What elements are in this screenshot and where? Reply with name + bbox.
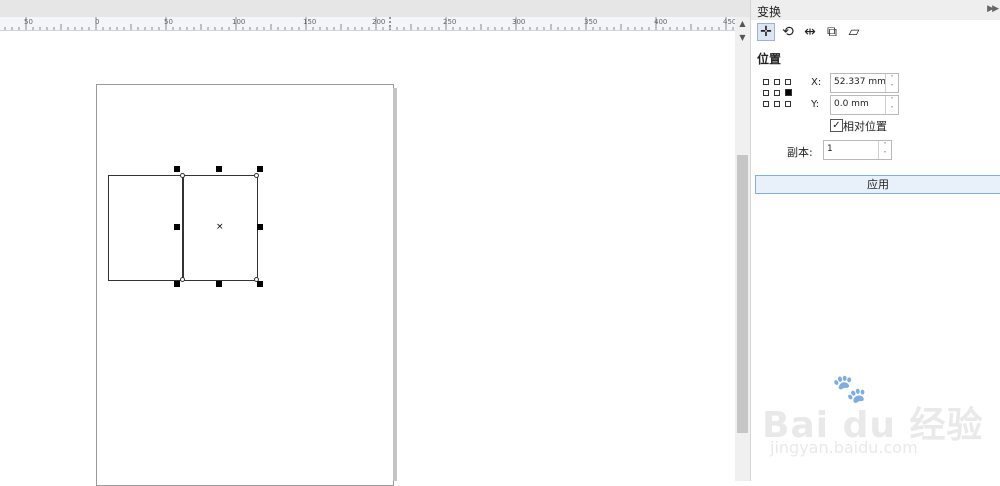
y-spin-buttons[interactable]: ˄ ˅ — [885, 96, 898, 114]
scroll-thumb[interactable] — [737, 155, 748, 433]
spin-down-icon[interactable]: ˅ — [886, 83, 898, 92]
relative-position-checkbox[interactable]: ✓ — [830, 119, 843, 132]
anchor-top-center[interactable] — [774, 79, 780, 85]
page-shadow — [393, 88, 397, 481]
selection-handle-top-right[interactable] — [257, 166, 263, 172]
position-icon[interactable]: ✛ — [757, 23, 775, 41]
ruler-tick-label: 150 — [303, 18, 317, 26]
selection-handle-bottom-left[interactable] — [174, 281, 180, 287]
ruler-tick-label: 0 — [95, 18, 100, 26]
anchor-bottom-center[interactable] — [774, 101, 780, 107]
horizontal-ruler[interactable]: 50 0 50 100 150 200 250 300 350 400 450 — [0, 0, 750, 31]
spin-down-icon[interactable]: ˅ — [879, 150, 891, 159]
anchor-point-grid[interactable] — [763, 79, 793, 109]
y-label: Y: — [811, 99, 820, 110]
anchor-bottom-right[interactable] — [785, 101, 791, 107]
double-chevron-right-icon[interactable]: ▶▶ — [987, 4, 999, 14]
anchor-top-left[interactable] — [763, 79, 769, 85]
copies-spin-buttons[interactable]: ˄ ˅ — [878, 141, 891, 159]
section-title-position: 位置 — [757, 52, 782, 66]
document-page[interactable] — [96, 84, 394, 486]
apply-button[interactable]: 应用 — [755, 175, 1000, 194]
ruler-tick-label: 50 — [24, 18, 33, 26]
copies-field[interactable]: 1 ˄ ˅ — [823, 140, 892, 160]
ruler-tick-label: 250 — [443, 18, 457, 26]
anchor-middle-left[interactable] — [763, 90, 769, 96]
spin-up-icon[interactable]: ˄ — [886, 96, 898, 105]
corner-node[interactable] — [180, 277, 185, 282]
anchor-top-right[interactable] — [785, 79, 791, 85]
ruler-tick-label: 300 — [512, 18, 526, 26]
x-spin-buttons[interactable]: ˄ ˅ — [885, 74, 898, 92]
selection-handle-bottom-center[interactable] — [216, 281, 222, 287]
baidu-watermark: 🐾 Bai du 经验 jingyan.baidu.com — [762, 372, 992, 462]
copies-label: 副本: — [787, 146, 813, 159]
rectangle-original[interactable] — [108, 175, 184, 281]
ruler-tick-label: 100 — [232, 18, 246, 26]
ruler-tick-label: 50 — [164, 18, 173, 26]
spin-up-icon[interactable]: ˄ — [879, 141, 891, 150]
anchor-center[interactable] — [774, 90, 780, 96]
rotate-icon[interactable]: ⟲ — [779, 23, 797, 41]
scroll-down-arrow-icon[interactable]: ▼ — [735, 31, 750, 45]
skew-icon[interactable]: ▱ — [845, 23, 863, 41]
x-label: X: — [811, 77, 822, 88]
ruler-top-strip — [0, 0, 750, 17]
y-value[interactable]: 0.0 mm — [834, 99, 869, 109]
corner-node[interactable] — [254, 173, 259, 178]
selection-handle-middle-right[interactable] — [257, 224, 263, 230]
selection-handle-middle-left[interactable] — [174, 224, 180, 230]
watermark-url: jingyan.baidu.com — [770, 438, 918, 457]
x-position-field[interactable]: 52.337 mm ˄ ˅ — [830, 73, 899, 93]
copies-value[interactable]: 1 — [827, 144, 833, 154]
size-icon[interactable]: ⧉ — [823, 23, 841, 41]
docker-header: 变换 ▶▶ — [751, 0, 1000, 20]
relative-position-label[interactable]: 相对位置 — [843, 118, 887, 134]
x-value[interactable]: 52.337 mm — [834, 77, 886, 87]
corner-node[interactable] — [180, 173, 185, 178]
spin-down-icon[interactable]: ˅ — [886, 105, 898, 114]
selection-handle-top-left[interactable] — [174, 166, 180, 172]
docker-title: 变换 — [757, 5, 782, 19]
selection-handle-top-center[interactable] — [216, 166, 222, 172]
ruler-tick-label: 400 — [654, 18, 668, 26]
selection-center-marker[interactable]: × — [216, 223, 224, 232]
y-position-field[interactable]: 0.0 mm ˄ ˅ — [830, 95, 899, 115]
spin-up-icon[interactable]: ˄ — [886, 74, 898, 83]
anchor-middle-right[interactable] — [785, 89, 792, 96]
ruler-tick-label: 200 — [372, 18, 386, 26]
vertical-scrollbar[interactable]: ▲ ▼ — [735, 17, 750, 481]
scale-mirror-icon[interactable]: ⇹ — [801, 23, 819, 41]
scroll-up-arrow-icon[interactable]: ▲ — [735, 17, 750, 31]
anchor-bottom-left[interactable] — [763, 101, 769, 107]
ruler-tick-label: 350 — [584, 18, 598, 26]
selection-handle-bottom-right[interactable] — [257, 281, 263, 287]
